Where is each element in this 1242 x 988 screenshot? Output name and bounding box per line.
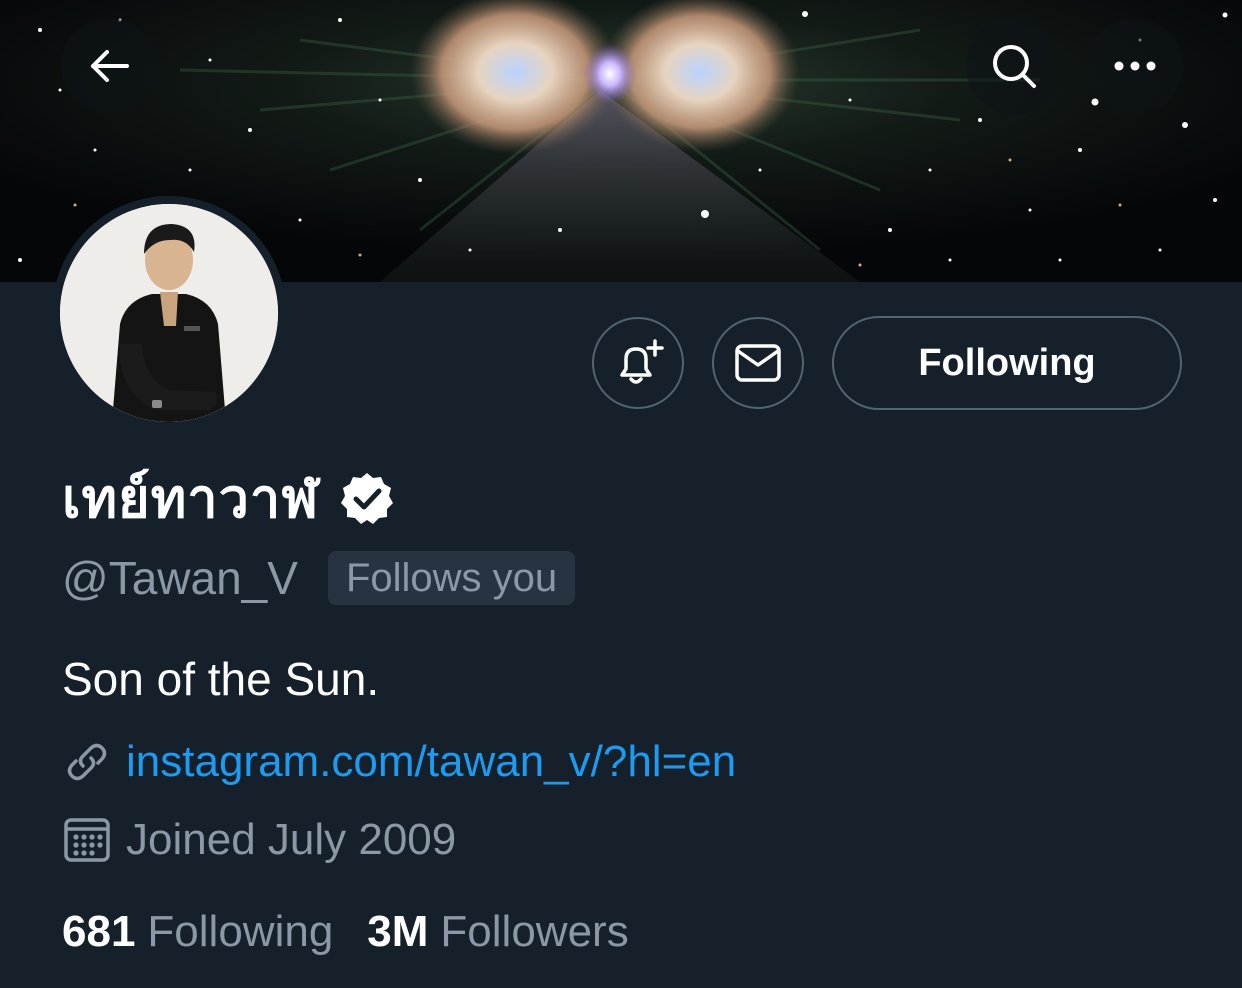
search-button[interactable] (966, 18, 1062, 114)
handle-row: @Tawan_V Follows you (62, 548, 576, 608)
bell-plus-icon (620, 339, 664, 384)
arrow-left-icon (91, 50, 129, 82)
link-icon (67, 743, 107, 781)
followers-count: 3M (367, 907, 429, 956)
following-label: Following (147, 907, 334, 956)
calendar-icon (64, 818, 110, 862)
profile-bio: Son of the Sun. (62, 653, 380, 705)
notifications-button[interactable] (592, 317, 684, 409)
envelope-icon (735, 344, 781, 382)
display-name: เทย์ทาวาฬ (62, 467, 320, 530)
following-count: 681 (62, 907, 136, 956)
message-button[interactable] (712, 317, 804, 409)
website-row: instagram.com/tawan_v/?hl=en (62, 734, 736, 790)
more-options-button[interactable] (1087, 18, 1183, 114)
website-link[interactable]: instagram.com/tawan_v/?hl=en (126, 737, 736, 787)
verified-badge-icon (341, 473, 394, 524)
followers-label: Followers (440, 907, 629, 956)
following-stat[interactable]: 681 Following (62, 907, 333, 957)
back-button[interactable] (61, 18, 157, 114)
follow-stats: 681 Following 3M Followers (62, 904, 629, 960)
joined-date: Joined July 2009 (126, 815, 457, 864)
follows-you-badge: Follows you (327, 551, 576, 605)
joined-row: Joined July 2009 (62, 812, 456, 868)
avatar[interactable] (52, 196, 286, 430)
profile-handle: @Tawan_V (62, 552, 298, 604)
more-horizontal-icon (1114, 61, 1156, 71)
display-name-row: เทย์ทาวาฬ (62, 458, 395, 538)
search-icon (993, 45, 1036, 88)
following-button[interactable]: Following (832, 316, 1182, 410)
followers-stat[interactable]: 3M Followers (367, 907, 628, 957)
avatar-image (60, 204, 278, 422)
profile-page: Following เทย์ทาวาฬ @Tawan_V Follows you… (0, 0, 1242, 988)
